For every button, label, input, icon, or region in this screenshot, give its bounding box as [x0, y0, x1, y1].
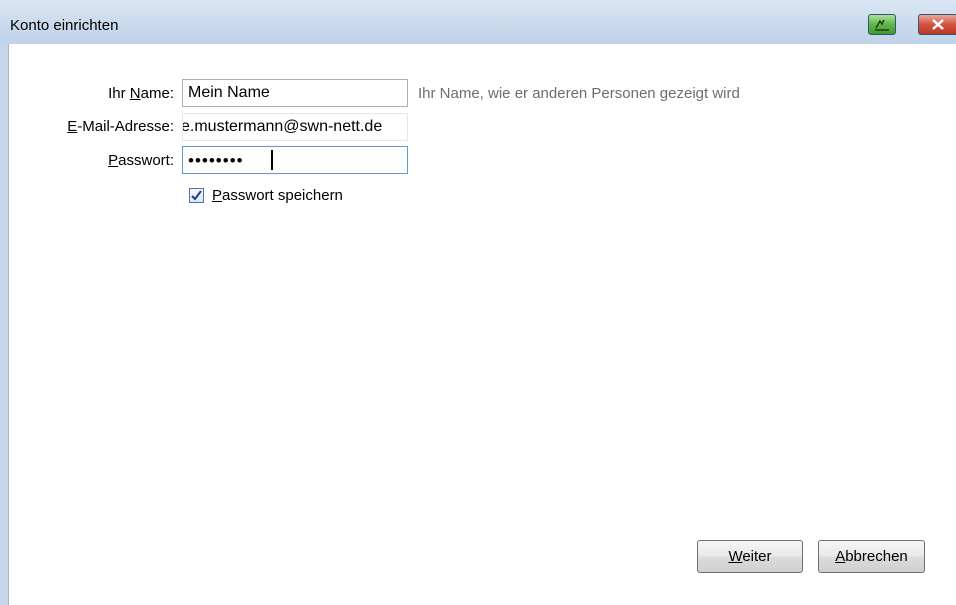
close-icon: [932, 19, 944, 30]
close-button[interactable]: [918, 14, 956, 35]
email-field-value: e.mustermann@swn-nett.de: [182, 118, 383, 135]
remember-password-label[interactable]: Passwort speichern: [212, 187, 343, 204]
signature-icon: [875, 19, 889, 31]
window-frame-left: [0, 44, 8, 605]
next-button[interactable]: Weiter: [697, 540, 803, 573]
cancel-button[interactable]: Abbrechen: [818, 540, 925, 573]
email-field[interactable]: e.mustermann@swn-nett.de: [182, 113, 408, 141]
password-field-value: ••••••••: [188, 151, 244, 170]
title-bar[interactable]: Konto einrichten: [0, 0, 956, 44]
text-cursor: [271, 150, 273, 170]
email-label: E-Mail-Adresse:: [67, 118, 174, 135]
name-field-value: Mein Name: [188, 84, 270, 101]
password-field[interactable]: ••••••••: [182, 146, 408, 174]
signature-button[interactable]: [868, 14, 896, 35]
name-label: Ihr Name:: [108, 85, 174, 102]
window-title: Konto einrichten: [10, 17, 119, 34]
password-label: Passwort:: [108, 152, 174, 169]
name-field[interactable]: Mein Name: [182, 79, 408, 107]
checkmark-icon: [191, 190, 202, 201]
name-hint: Ihr Name, wie er anderen Personen gezeig…: [418, 85, 740, 102]
dialog-window: Konto einrichten Ihr Name: Mein Name Ihr…: [0, 0, 956, 605]
remember-password-checkbox[interactable]: [189, 188, 204, 203]
